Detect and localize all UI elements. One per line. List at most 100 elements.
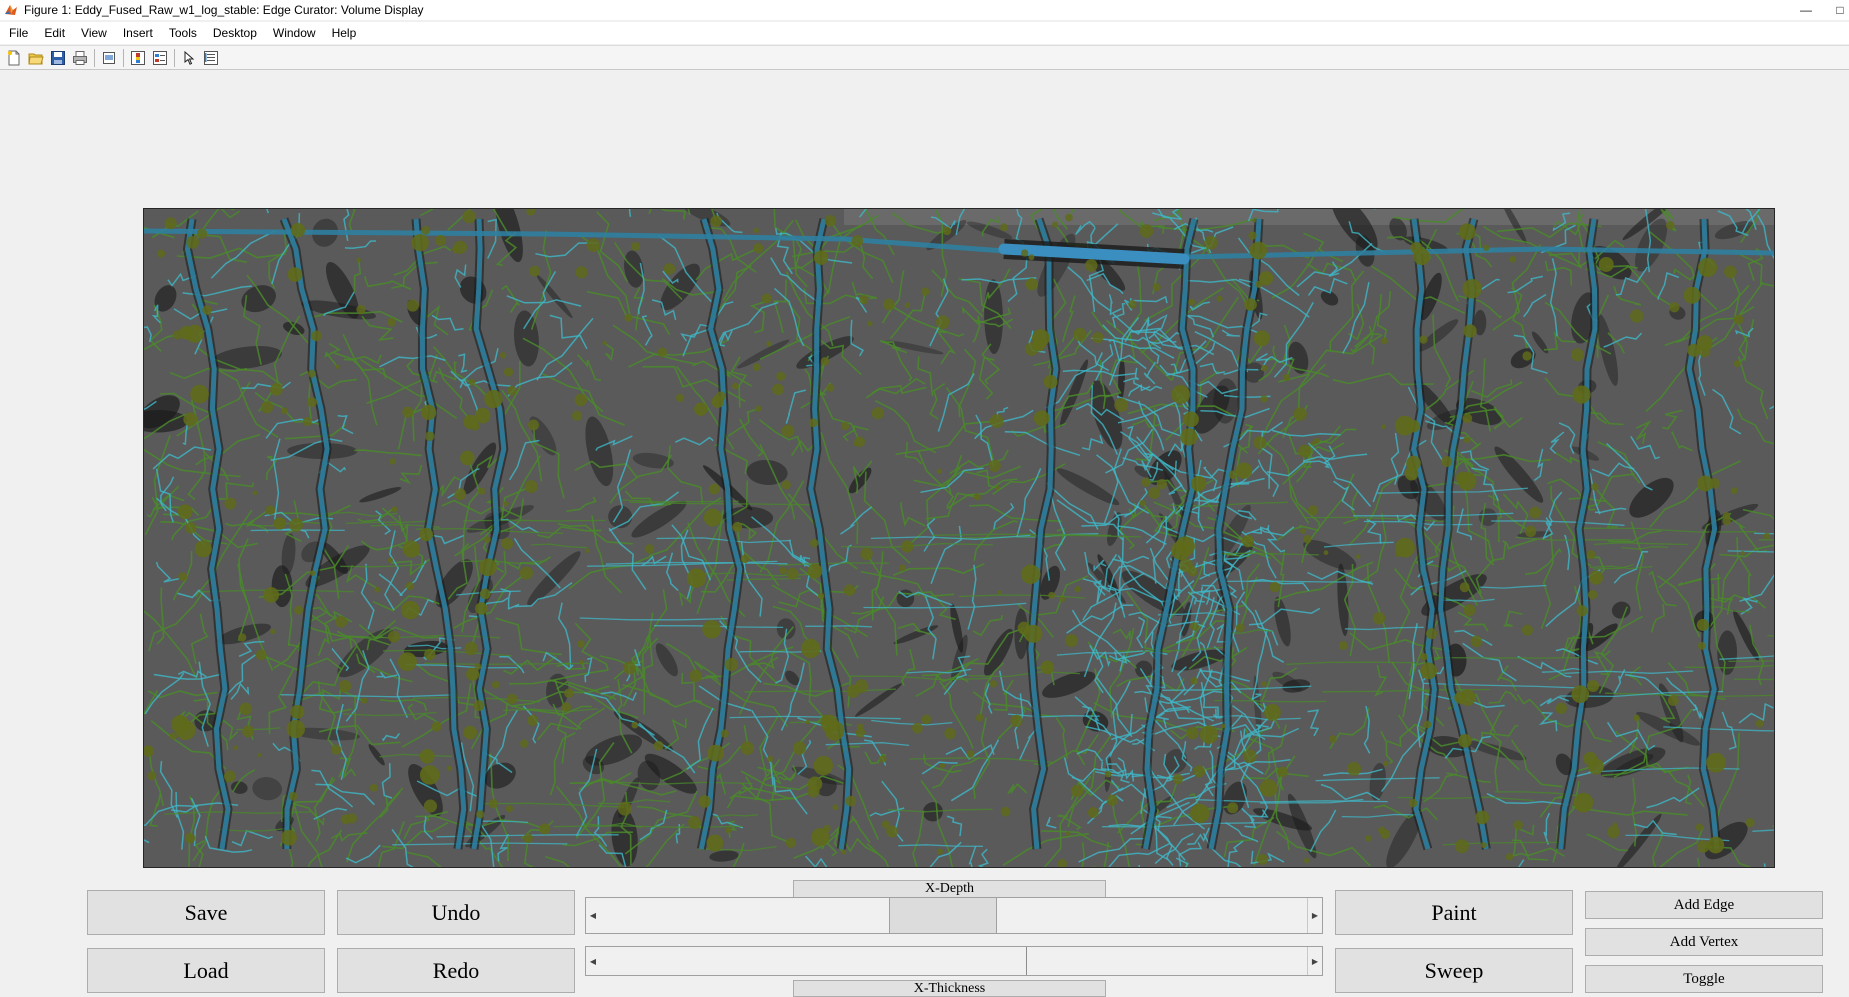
vertex-marker <box>289 518 303 532</box>
load-button[interactable]: Load <box>87 948 325 993</box>
new-figure-icon[interactable] <box>3 47 25 69</box>
vertex-marker <box>779 567 787 575</box>
vertex-marker <box>574 393 588 407</box>
vertex-marker <box>898 564 906 572</box>
vertex-marker <box>1040 660 1055 675</box>
sweep-button[interactable]: Sweep <box>1335 948 1573 993</box>
vertex-marker <box>1505 853 1514 861</box>
vertex-marker <box>273 517 287 530</box>
vertex-marker <box>657 347 668 357</box>
vertex-marker <box>1183 411 1199 428</box>
property-inspector-icon[interactable] <box>200 47 222 69</box>
vertex-marker <box>805 719 811 725</box>
menu-insert[interactable]: Insert <box>115 22 161 44</box>
vertex-marker <box>527 714 539 726</box>
vertex-marker <box>753 243 764 254</box>
slider-right-arrow-icon[interactable]: ▶ <box>1307 947 1322 975</box>
slider-track[interactable] <box>600 898 1308 933</box>
vertex-marker <box>1258 271 1274 286</box>
vertex-marker <box>406 299 419 312</box>
save-icon[interactable] <box>47 47 69 69</box>
volume-display-axes[interactable] <box>143 208 1775 868</box>
vertex-marker <box>826 383 835 392</box>
vertex-marker <box>702 620 721 639</box>
vertex-marker <box>820 357 830 366</box>
vertex-marker <box>809 538 819 548</box>
menu-file[interactable]: File <box>0 22 36 44</box>
vertex-marker <box>1513 820 1523 830</box>
slider-thumb[interactable] <box>889 898 997 933</box>
vertex-marker <box>1733 360 1741 368</box>
toggle-button[interactable]: Toggle <box>1585 965 1823 993</box>
vertex-marker <box>1190 803 1210 824</box>
vertex-marker <box>1697 641 1706 650</box>
vertex-marker <box>1667 695 1679 706</box>
vertex-marker <box>1570 348 1584 362</box>
slider-left-arrow-icon[interactable]: ◀ <box>586 947 601 975</box>
vertex-marker <box>879 755 887 763</box>
print-icon[interactable] <box>69 47 91 69</box>
vessel-network-image[interactable] <box>144 209 1774 867</box>
vertex-marker <box>411 234 429 252</box>
add-vertex-button[interactable]: Add Vertex <box>1585 928 1823 956</box>
vertex-marker <box>431 721 442 732</box>
vertex-marker <box>631 721 639 729</box>
menu-window[interactable]: Window <box>265 22 324 44</box>
vertex-marker <box>346 813 358 824</box>
vertex-marker <box>311 330 322 342</box>
menu-desktop[interactable]: Desktop <box>205 22 265 44</box>
vertex-marker <box>156 249 166 258</box>
legend-icon[interactable] <box>149 47 171 69</box>
save-button[interactable]: Save <box>87 890 325 935</box>
vertex-marker <box>752 363 761 372</box>
undo-button[interactable]: Undo <box>337 890 575 935</box>
vertex-marker <box>1697 257 1718 278</box>
vertex-marker <box>183 412 198 427</box>
vertex-marker <box>164 217 177 230</box>
vertex-marker <box>1074 585 1081 593</box>
slider-track[interactable] <box>600 947 1308 975</box>
vertex-marker <box>464 641 478 656</box>
colorbar-icon[interactable] <box>127 47 149 69</box>
paint-button[interactable]: Paint <box>1335 890 1573 935</box>
vertex-marker <box>338 679 352 693</box>
vertex-marker <box>1252 218 1257 223</box>
vertex-marker <box>356 257 361 263</box>
minimize-icon[interactable]: — <box>1791 0 1821 20</box>
vertex-marker <box>1459 582 1470 593</box>
menu-edit[interactable]: Edit <box>36 22 73 44</box>
slider-thumb[interactable] <box>1026 947 1027 975</box>
maximize-icon[interactable]: □ <box>1825 0 1849 20</box>
slider-left-arrow-icon[interactable]: ◀ <box>586 898 601 933</box>
vertex-marker <box>1475 810 1489 825</box>
vertex-marker <box>1355 554 1361 559</box>
vertex-marker <box>1683 286 1701 304</box>
vertex-marker <box>1730 487 1738 495</box>
x-thickness-slider[interactable]: ◀ ▶ <box>585 946 1323 976</box>
vertex-marker <box>1458 223 1476 241</box>
menu-view[interactable]: View <box>73 22 115 44</box>
menu-help[interactable]: Help <box>324 22 365 44</box>
open-file-icon[interactable] <box>25 47 47 69</box>
vertex-marker <box>1059 596 1066 603</box>
redo-button[interactable]: Redo <box>337 948 575 993</box>
vertex-marker <box>1586 549 1596 560</box>
vertex-marker <box>1420 653 1428 661</box>
vertex-marker <box>1228 470 1238 479</box>
x-depth-slider[interactable]: ◀ ▶ <box>585 897 1323 934</box>
vertex-marker <box>1722 516 1731 526</box>
vertex-marker <box>196 228 208 239</box>
vertex-marker <box>1235 462 1253 479</box>
print-preview-icon[interactable] <box>98 47 120 69</box>
vertex-marker <box>1586 679 1600 693</box>
slider-right-arrow-icon[interactable]: ▶ <box>1307 898 1322 933</box>
vertex-marker <box>1303 857 1310 864</box>
add-edge-button[interactable]: Add Edge <box>1585 891 1823 919</box>
menu-tools[interactable]: Tools <box>161 22 205 44</box>
vertex-marker <box>488 798 498 809</box>
select-pointer-icon[interactable] <box>178 47 200 69</box>
vertex-marker <box>786 567 799 580</box>
vertex-marker <box>1745 818 1755 828</box>
vertex-marker <box>1199 725 1219 744</box>
vertex-marker <box>242 725 255 738</box>
